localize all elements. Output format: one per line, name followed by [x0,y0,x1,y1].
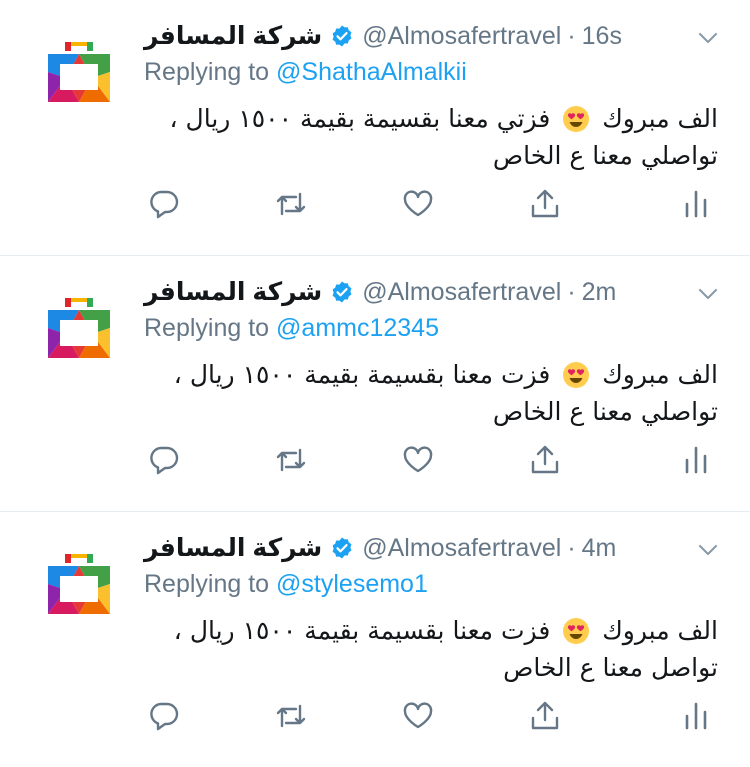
tweet-actions [146,186,714,230]
replying-to-line: Replying to @stylesemo1 [144,570,428,599]
reply-icon [150,446,179,475]
tweet-text-line-1: الف مبروك فزت معنا بقسيمة بقيمة ١٥٠٠ ريا… [144,612,718,649]
reply-icon [150,190,179,219]
tweet-feed: شركة المسافر @Almosafertravel · 16s Repl… [0,0,750,767]
tweet-text-congrats: الف مبروك [602,360,718,389]
tweet[interactable]: شركة المسافر @Almosafertravel · 16s Repl… [0,0,750,256]
share-icon [531,445,559,474]
separator-dot: · [567,277,576,306]
timestamp[interactable]: 4m [582,534,617,563]
reply-button[interactable] [146,442,182,478]
tweet-text: الف مبروك فزتي معنا بقسيمة بقيمة ١٥٠٠ ري… [144,100,718,174]
like-icon [403,190,433,217]
like-button[interactable] [400,186,436,222]
replying-to-mention[interactable]: @ShathaAlmalkii [276,58,467,86]
tweet-text-prize: فزتي معنا بقسيمة بقيمة ١٥٠٠ ريال ، [169,104,551,133]
tweet-text-line-2: تواصلي معنا ع الخاص [492,397,718,426]
tweet-header: شركة المسافر @Almosafertravel · 16s [144,16,720,56]
tweet-text-line-1: الف مبروك فزتي معنا بقسيمة بقيمة ١٥٠٠ ري… [144,100,718,137]
tweet-actions [146,442,714,486]
display-name[interactable]: شركة المسافر [144,533,322,563]
chevron-down-icon[interactable] [696,282,720,306]
retweet-icon [276,192,306,216]
share-icon [531,701,559,730]
share-button[interactable] [527,186,563,222]
tweet-text: الف مبروك فزت معنا بقسيمة بقيمة ١٥٠٠ ريا… [144,356,718,430]
like-icon [403,702,433,729]
tweet-text-prize: فزت معنا بقسيمة بقيمة ١٥٠٠ ريال ، [173,616,551,645]
handle[interactable]: @Almosafertravel [362,534,561,563]
tweet[interactable]: شركة المسافر @Almosafertravel · 4m Reply… [0,512,750,767]
retweet-button[interactable] [273,698,309,734]
tweet-text: الف مبروك فزت معنا بقسيمة بقيمة ١٥٠٠ ريا… [144,612,718,686]
timestamp[interactable]: 2m [582,278,617,307]
tweet-header: شركة المسافر @Almosafertravel · 2m [144,272,720,312]
replying-to-label: Replying to [144,570,277,598]
replying-to-line: Replying to @ShathaAlmalkii [144,58,467,87]
tweet-header: شركة المسافر @Almosafertravel · 4m [144,528,720,568]
replying-to-label: Replying to [144,58,277,86]
analytics-button[interactable] [678,698,714,734]
like-icon [403,446,433,473]
tweet[interactable]: شركة المسافر @Almosafertravel · 2m Reply… [0,256,750,512]
analytics-icon [685,446,707,474]
retweet-button[interactable] [273,186,309,222]
like-button[interactable] [400,442,436,478]
verified-badge-icon [332,281,352,303]
handle[interactable]: @Almosafertravel [362,278,561,307]
heart-eyes-emoji-icon [563,106,590,132]
reply-button[interactable] [146,698,182,734]
share-icon [531,189,559,218]
retweet-button[interactable] [273,442,309,478]
reply-button[interactable] [146,186,182,222]
analytics-button[interactable] [678,186,714,222]
tweet-text-prize: فزت معنا بقسيمة بقيمة ١٥٠٠ ريال ، [173,360,551,389]
chevron-down-icon[interactable] [696,538,720,562]
display-name[interactable]: شركة المسافر [144,21,322,51]
verified-badge-icon [332,25,352,47]
timestamp[interactable]: 16s [582,22,622,51]
retweet-icon [276,448,306,472]
display-name[interactable]: شركة المسافر [144,277,322,307]
tweet-text-line-1: الف مبروك فزت معنا بقسيمة بقيمة ١٥٠٠ ريا… [144,356,718,393]
analytics-icon [685,190,707,218]
replying-to-mention[interactable]: @stylesemo1 [276,570,428,598]
almosafer-logo-avatar[interactable] [48,298,110,358]
heart-eyes-emoji-icon [563,362,590,388]
reply-icon [150,702,179,731]
handle[interactable]: @Almosafertravel [362,22,561,51]
analytics-icon [685,702,707,730]
like-button[interactable] [400,698,436,734]
heart-eyes-emoji-icon [563,618,590,644]
retweet-icon [276,704,306,728]
replying-to-mention[interactable]: @ammc12345 [276,314,439,342]
chevron-down-icon[interactable] [696,26,720,50]
analytics-button[interactable] [678,442,714,478]
replying-to-label: Replying to [144,314,277,342]
share-button[interactable] [527,442,563,478]
verified-badge-icon [332,537,352,559]
separator-dot: · [567,21,576,50]
separator-dot: · [567,533,576,562]
tweet-text-congrats: الف مبروك [602,616,718,645]
almosafer-logo-avatar[interactable] [48,554,110,614]
tweet-actions [146,698,714,742]
tweet-text-congrats: الف مبروك [602,104,718,133]
tweet-text-line-2: تواصل معنا ع الخاص [503,653,718,682]
replying-to-line: Replying to @ammc12345 [144,314,439,343]
tweet-text-line-2: تواصلي معنا ع الخاص [492,141,718,170]
almosafer-logo-avatar[interactable] [48,42,110,102]
share-button[interactable] [527,698,563,734]
